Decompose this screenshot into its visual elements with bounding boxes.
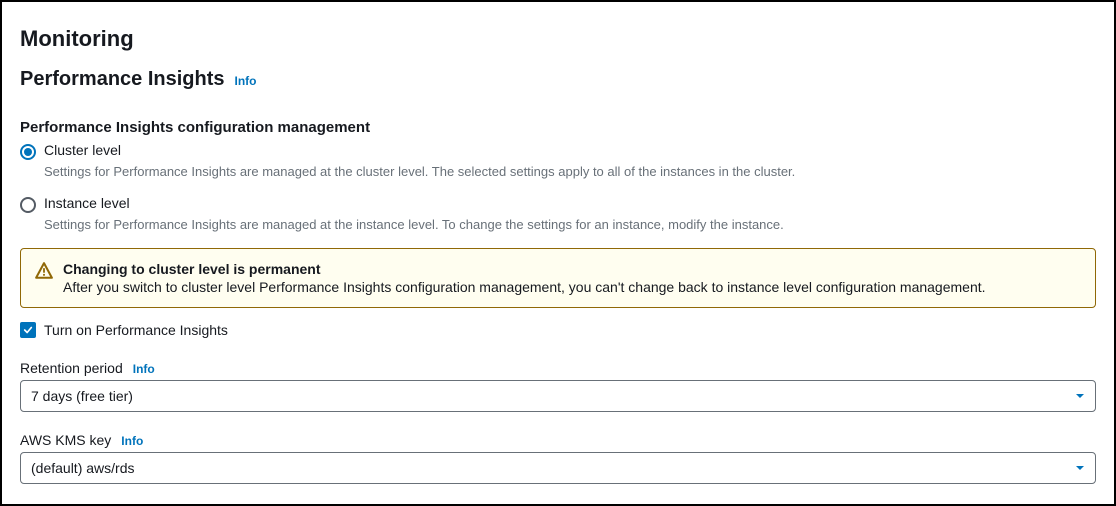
page-title: Monitoring	[20, 26, 1096, 52]
info-link-kms[interactable]: Info	[121, 434, 143, 448]
performance-insights-header: Performance Insights Info	[20, 68, 1096, 91]
radio-desc-cluster: Settings for Performance Insights are ma…	[44, 164, 1096, 181]
kms-label: AWS KMS key	[20, 432, 111, 448]
checkbox-turn-on-pi[interactable]: Turn on Performance Insights	[20, 322, 1096, 338]
alert-body: After you switch to cluster level Perfor…	[63, 279, 986, 295]
radio-instance-level[interactable]: Instance level	[20, 195, 1096, 213]
info-link-retention[interactable]: Info	[133, 362, 155, 376]
retention-select[interactable]: 7 days (free tier)	[20, 380, 1096, 412]
radio-icon	[20, 144, 36, 160]
kms-value: (default) aws/rds	[31, 460, 134, 476]
chevron-down-icon	[1075, 463, 1085, 473]
kms-label-row: AWS KMS key Info	[20, 432, 1096, 448]
section-title: Performance Insights	[20, 68, 225, 91]
radio-cluster-level[interactable]: Cluster level	[20, 142, 1096, 160]
radio-label-instance: Instance level	[44, 195, 130, 211]
check-icon	[23, 325, 33, 335]
alert-title: Changing to cluster level is permanent	[63, 261, 986, 277]
retention-label: Retention period	[20, 360, 123, 376]
warning-alert: Changing to cluster level is permanent A…	[20, 248, 1096, 308]
retention-value: 7 days (free tier)	[31, 388, 133, 404]
chevron-down-icon	[1075, 391, 1085, 401]
checkbox-label: Turn on Performance Insights	[44, 322, 228, 338]
checkbox-icon	[20, 322, 36, 338]
retention-label-row: Retention period Info	[20, 360, 1096, 376]
kms-select[interactable]: (default) aws/rds	[20, 452, 1096, 484]
config-management-label: Performance Insights configuration manag…	[20, 119, 1096, 136]
info-link-performance-insights[interactable]: Info	[235, 74, 257, 88]
radio-desc-instance: Settings for Performance Insights are ma…	[44, 217, 1096, 234]
alert-content: Changing to cluster level is permanent A…	[63, 261, 986, 295]
warning-icon	[35, 262, 53, 280]
radio-label-cluster: Cluster level	[44, 142, 121, 158]
monitoring-panel: Monitoring Performance Insights Info Per…	[0, 0, 1116, 506]
radio-icon	[20, 197, 36, 213]
